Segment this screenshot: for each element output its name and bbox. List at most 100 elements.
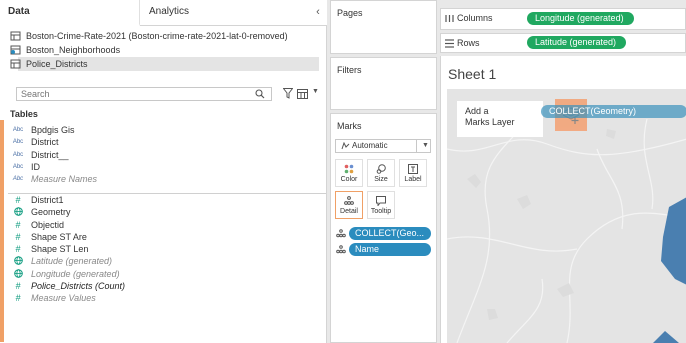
search-icon[interactable]: [255, 89, 265, 99]
field-label: ID: [31, 161, 40, 172]
number-type-icon: #: [15, 231, 21, 242]
string-type-icon: Abc: [12, 127, 24, 133]
columns-label-text: Columns: [457, 13, 493, 23]
text-label-icon: [408, 164, 418, 174]
data-pane: Data Analytics ‹ Boston-Crime-Rate-2021 …: [0, 0, 327, 343]
datasource-boston-crime[interactable]: Boston-Crime-Rate-2021 (Boston-crime-rat…: [0, 29, 327, 43]
dragging-collect-geometry-pill[interactable]: COLLECT(Geometry): [541, 105, 686, 118]
field-label: Bpdgis Gis: [31, 125, 75, 135]
number-type-icon: #: [15, 219, 21, 230]
detail-icon: [336, 245, 346, 254]
mark-type-dropdown[interactable]: Automatic ▼: [335, 139, 431, 153]
latitude-pill[interactable]: Latitude (generated): [527, 36, 627, 49]
dimension-field-list: Abc Bpdgis Gis Abc District Abc District__ Abc…: [0, 124, 327, 185]
label-button-label: Label: [404, 176, 422, 183]
field-item[interactable]: Abc Bpdgis Gis: [0, 124, 327, 136]
collapse-pane-button[interactable]: ‹: [312, 7, 324, 19]
size-button[interactable]: Size: [367, 159, 395, 187]
color-button-label: Color: [340, 176, 358, 183]
string-type-icon: Abc: [12, 139, 24, 146]
datasource-police-districts[interactable]: Police_Districts: [10, 57, 319, 71]
rows-shelf[interactable]: Rows Latitude (generated): [440, 33, 686, 53]
pages-card[interactable]: Pages: [330, 0, 437, 54]
list-view-icon[interactable]: [297, 89, 308, 99]
tooltip-button-label: Tooltip: [370, 208, 392, 215]
field-item[interactable]: Abc District__: [0, 149, 327, 161]
globe-icon: [10, 206, 26, 218]
datasource-boston-neighborhoods[interactable]: Boston_Neighborhoods: [0, 43, 327, 57]
measure-field-list: # District1 Geometry # Objectid # Shape ST Are…: [0, 194, 327, 305]
chevron-down-icon[interactable]: ▼: [312, 88, 319, 95]
globe-icon: [10, 268, 26, 280]
datasource-list: Boston-Crime-Rate-2021 (Boston-crime-rat…: [0, 29, 327, 71]
rows-label-text: Rows: [457, 38, 480, 48]
field-label: District1: [31, 195, 64, 205]
mark-field-row: Name: [335, 243, 431, 256]
detail-button[interactable]: Detail: [335, 191, 363, 219]
color-button[interactable]: Color: [335, 159, 363, 187]
field-item[interactable]: # Police_Districts (Count): [0, 280, 327, 292]
field-item[interactable]: Latitude (generated): [0, 255, 327, 267]
add-layer-text-line1: Add a: [465, 106, 489, 116]
field-item[interactable]: Longitude (generated): [0, 268, 327, 280]
string-type-icon: Abc: [12, 163, 24, 170]
mark-field-row: COLLECT(Geo...: [335, 227, 431, 240]
tables-heading: Tables: [10, 109, 38, 119]
field-label: District__: [31, 149, 69, 160]
field-label: Measure Names: [31, 174, 98, 185]
field-item[interactable]: Abc Measure Names: [0, 173, 327, 185]
datasource-label: Boston_Neighborhoods: [26, 45, 121, 55]
filters-card[interactable]: Filters: [330, 57, 437, 110]
automatic-mark-icon: [341, 142, 350, 150]
number-type-icon: #: [15, 281, 21, 292]
marks-card: Marks Automatic ▼ Color Size Label Detai…: [330, 113, 437, 343]
mark-type-label: Automatic: [352, 141, 388, 150]
columns-shelf-label: Columns: [445, 13, 493, 23]
field-item[interactable]: Abc ID: [0, 161, 327, 173]
field-label: District: [31, 137, 59, 148]
longitude-pill[interactable]: Longitude (generated): [527, 12, 634, 25]
marks-card-title: Marks: [337, 121, 362, 131]
map-view[interactable]: Add a Marks Layer COLLECT(Geometry): [447, 89, 686, 343]
field-label: Geometry: [31, 207, 71, 218]
datasource-linked-icon: [10, 45, 21, 55]
size-icon: [376, 164, 386, 174]
field-item[interactable]: # Measure Values: [0, 292, 327, 304]
field-item[interactable]: Geometry: [0, 206, 327, 218]
field-item[interactable]: # Shape ST Len: [0, 243, 327, 255]
worksheet-view: Sheet 1 Add a Marks Layer COLLECT(Geomet…: [440, 56, 686, 343]
add-marks-layer-target[interactable]: Add a Marks Layer: [457, 101, 543, 137]
color-icon: [344, 164, 354, 174]
name-pill[interactable]: Name: [349, 243, 431, 256]
chevron-down-icon: ▼: [422, 142, 429, 149]
data-pane-tabs: Data Analytics ‹: [0, 0, 327, 26]
sheet-title[interactable]: Sheet 1: [448, 66, 496, 82]
detail-icon: [336, 229, 346, 238]
field-search-input[interactable]: [16, 87, 272, 101]
tooltip-button[interactable]: Tooltip: [367, 191, 395, 219]
field-label: Objectid: [31, 219, 65, 230]
field-item[interactable]: Abc District: [0, 136, 327, 148]
field-item[interactable]: # District1: [0, 194, 327, 206]
pages-card-title: Pages: [337, 8, 363, 18]
field-label: Latitude (generated): [31, 256, 113, 267]
detail-button-label: Detail: [340, 208, 358, 215]
datasource-icon: [10, 59, 21, 69]
datasource-label: Boston-Crime-Rate-2021 (Boston-crime-rat…: [26, 31, 288, 41]
label-button[interactable]: Label: [399, 159, 427, 187]
field-item[interactable]: # Shape ST Are: [0, 231, 327, 243]
field-label: Shape ST Are: [31, 231, 87, 242]
field-label: Longitude (generated): [31, 268, 120, 279]
collect-geometry-pill[interactable]: COLLECT(Geo...: [349, 227, 431, 240]
datasource-label: Police_Districts: [26, 59, 88, 69]
number-type-icon: #: [15, 195, 21, 205]
number-type-icon: #: [15, 244, 21, 255]
field-item[interactable]: # Objectid: [0, 219, 327, 231]
filter-icon[interactable]: [283, 88, 293, 99]
tab-analytics[interactable]: Analytics: [141, 0, 311, 26]
field-label: Shape ST Len: [31, 244, 89, 255]
size-button-label: Size: [374, 176, 388, 183]
columns-shelf[interactable]: Columns Longitude (generated): [440, 8, 686, 30]
tab-data[interactable]: Data: [0, 0, 140, 26]
string-type-icon: Abc: [12, 151, 24, 158]
